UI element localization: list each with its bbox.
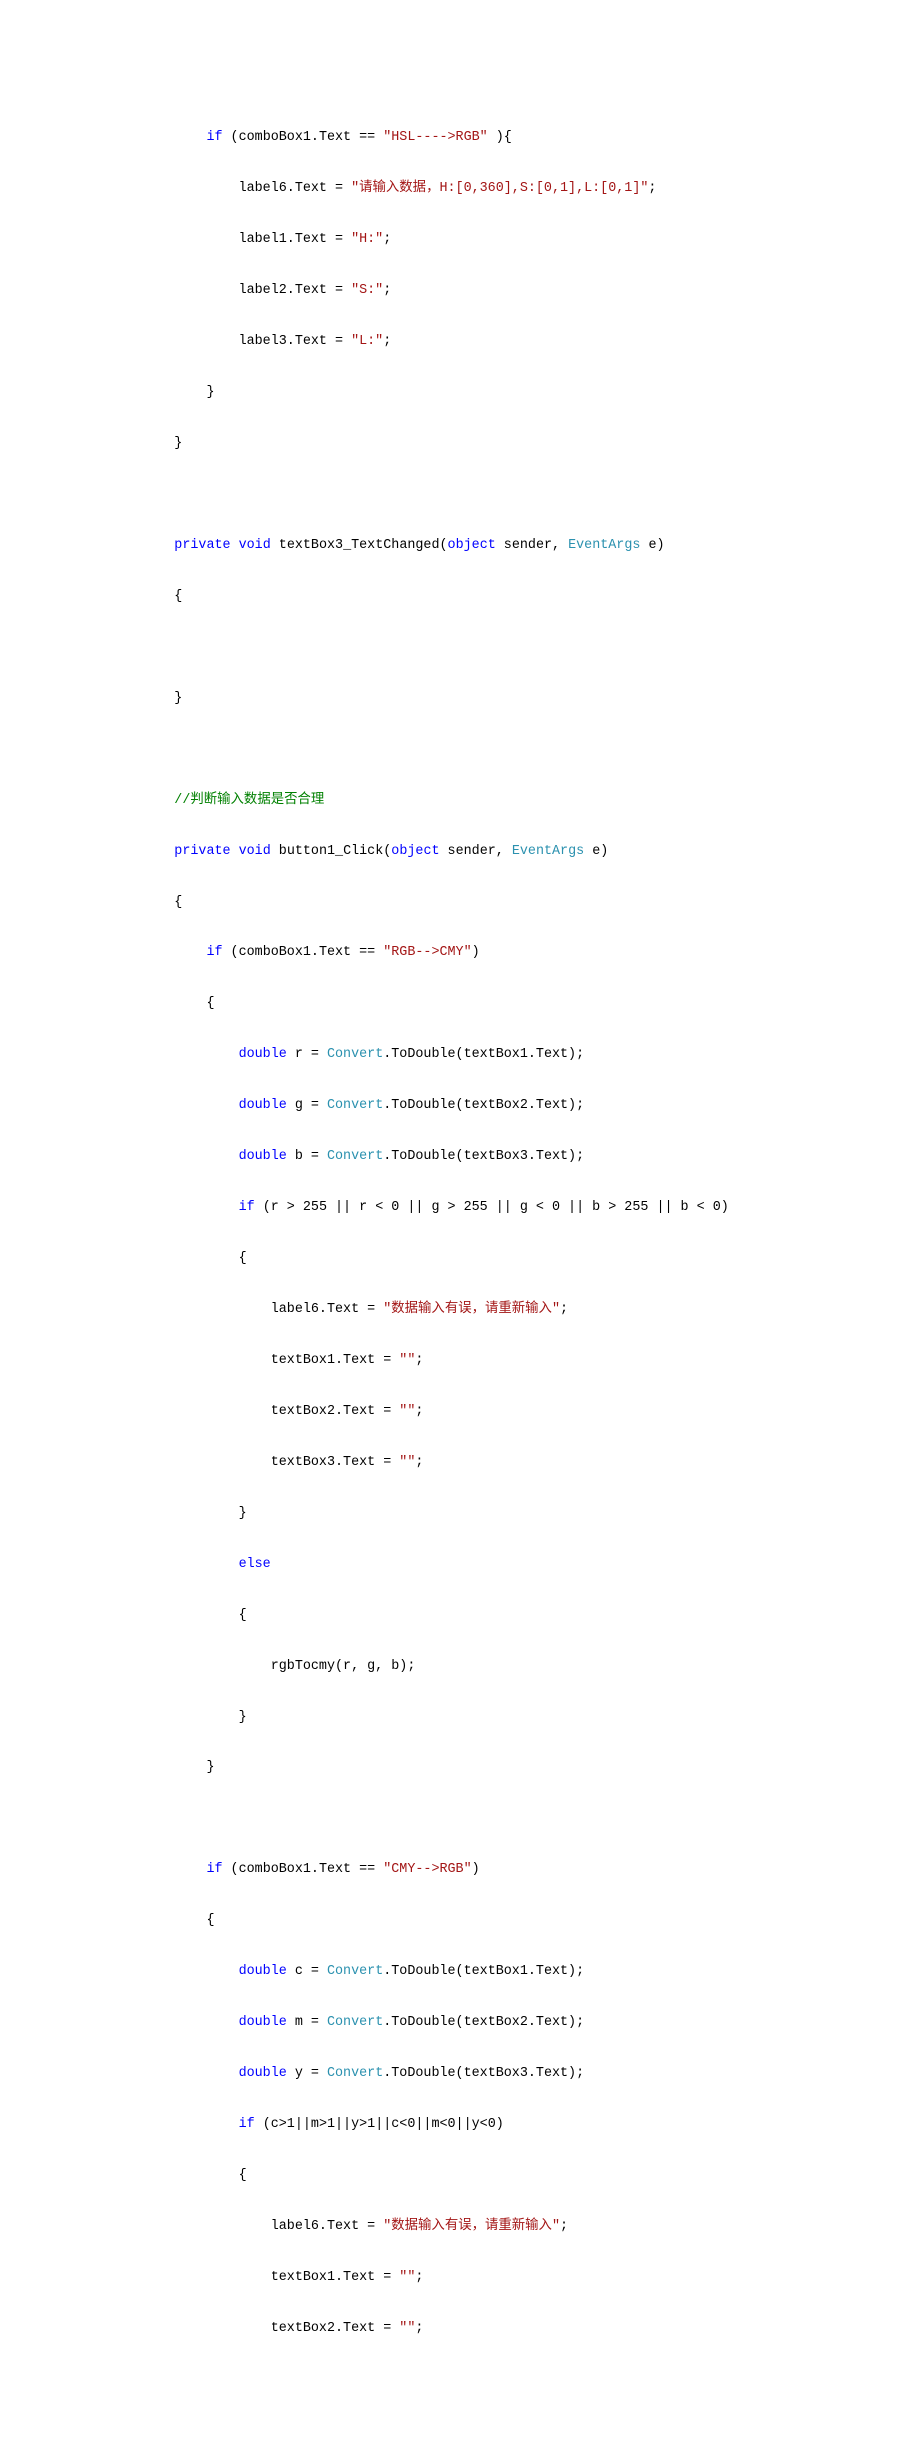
code-line: {	[110, 2163, 860, 2188]
code-line: double b = Convert.ToDouble(textBox3.Tex…	[110, 1144, 860, 1169]
code-line: double c = Convert.ToDouble(textBox1.Tex…	[110, 1959, 860, 1984]
code-line: label2.Text = "S:";	[110, 278, 860, 303]
code-line: }	[110, 686, 860, 711]
code-line: double g = Convert.ToDouble(textBox2.Tex…	[110, 1093, 860, 1118]
code-line	[110, 1806, 860, 1831]
code-line: }	[110, 1705, 860, 1730]
code-line: else	[110, 1552, 860, 1577]
code-line: textBox1.Text = "";	[110, 2265, 860, 2290]
code-line: textBox1.Text = "";	[110, 1348, 860, 1373]
code-line: if (c>1||m>1||y>1||c<0||m<0||y<0)	[110, 2112, 860, 2137]
code-line: private void button1_Click(object sender…	[110, 839, 860, 864]
code-line: double m = Convert.ToDouble(textBox2.Tex…	[110, 2010, 860, 2035]
code-line: textBox2.Text = "";	[110, 2316, 860, 2341]
code-line: label3.Text = "L:";	[110, 329, 860, 354]
code-line	[110, 635, 860, 660]
code-line: }	[110, 380, 860, 405]
code-line: {	[110, 584, 860, 609]
code-line	[110, 737, 860, 762]
code-line: if (comboBox1.Text == "CMY-->RGB")	[110, 1857, 860, 1882]
code-line: textBox3.Text = "";	[110, 1450, 860, 1475]
code-line: double y = Convert.ToDouble(textBox3.Tex…	[110, 2061, 860, 2086]
code-line: }	[110, 1501, 860, 1526]
code-line: label6.Text = "请输入数据，H:[0,360],S:[0,1],L…	[110, 176, 860, 201]
code-line: if (r > 255 || r < 0 || g > 255 || g < 0…	[110, 1195, 860, 1220]
code-line: if (comboBox1.Text == "RGB-->CMY")	[110, 940, 860, 965]
code-line: label6.Text = "数据输入有误，请重新输入";	[110, 1297, 860, 1322]
code-line: private void textBox3_TextChanged(object…	[110, 533, 860, 558]
code-line: {	[110, 890, 860, 915]
code-line: {	[110, 1908, 860, 1933]
code-line: {	[110, 991, 860, 1016]
code-line: rgbTocmy(r, g, b);	[110, 1654, 860, 1679]
code-line: textBox2.Text = "";	[110, 1399, 860, 1424]
code-line: label1.Text = "H:";	[110, 227, 860, 252]
code-line: }	[110, 431, 860, 456]
code-line: label6.Text = "数据输入有误，请重新输入";	[110, 2214, 860, 2239]
code-line: double r = Convert.ToDouble(textBox1.Tex…	[110, 1042, 860, 1067]
code-line: if (comboBox1.Text == "HSL---->RGB" ){	[110, 125, 860, 150]
code-line: {	[110, 1603, 860, 1628]
code-line	[110, 482, 860, 507]
code-line: //判断输入数据是否合理	[110, 788, 860, 813]
code-line: }	[110, 1755, 860, 1780]
code-page: if (comboBox1.Text == "HSL---->RGB" ){ l…	[0, 0, 920, 2447]
code-line: {	[110, 1246, 860, 1271]
